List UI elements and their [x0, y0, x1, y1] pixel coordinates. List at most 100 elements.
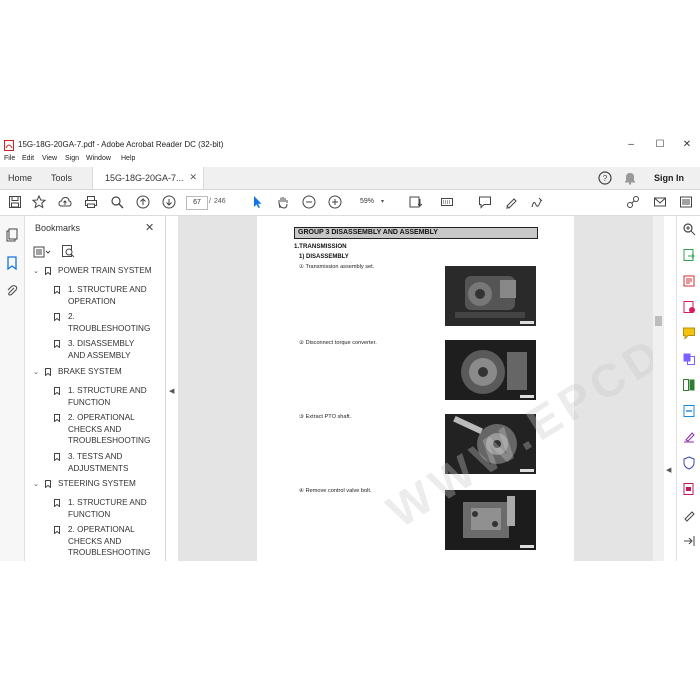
attachment-icon[interactable] [5, 284, 19, 298]
zoom-level-input[interactable]: 59% [354, 196, 380, 208]
collapse-caret-icon[interactable]: ⌄ [33, 480, 39, 488]
cloud-upload-icon[interactable] [58, 195, 72, 209]
menu-help[interactable]: Help [121, 155, 135, 162]
zoom-dropdown-icon[interactable]: ▾ [381, 198, 384, 205]
bookmark-panel-icon[interactable] [5, 256, 19, 270]
find-zoom-icon[interactable] [110, 195, 124, 209]
bookmarks-panel: Bookmarks ✕ ⌄ POWER TRAIN SYSTEM 1. STRU… [25, 216, 185, 561]
save-icon[interactable] [8, 195, 22, 209]
document-scroll-thumb[interactable] [655, 316, 662, 326]
minimize-button[interactable]: – [620, 138, 642, 152]
close-window-button[interactable]: ✕ [676, 138, 698, 152]
fill-sign-icon[interactable] [682, 430, 696, 444]
email-icon[interactable] [653, 195, 667, 209]
print-icon[interactable] [84, 195, 98, 209]
bookmark-icon [54, 453, 60, 461]
bookmark-item-brake-checks[interactable]: 2. OPERATIONAL CHECKS AND TROUBLESHOOTING [68, 412, 150, 447]
comment-icon[interactable] [478, 195, 492, 209]
transmission-photo [445, 266, 536, 326]
photo-code-label [520, 469, 534, 472]
sign-in-button[interactable]: Sign In [654, 173, 684, 183]
bookmark-item-brake-tests[interactable]: 3. TESTS AND ADJUSTMENTS [68, 451, 129, 474]
find-bookmark-icon[interactable] [61, 244, 75, 258]
bookmark-icon [54, 313, 60, 321]
combine-files-icon[interactable] [682, 352, 696, 366]
bookmark-icon [54, 526, 60, 534]
collapse-caret-icon[interactable]: ⌄ [33, 267, 39, 275]
tab-home[interactable]: Home [8, 173, 32, 183]
tab-bar: Home Tools 15G-18G-20GA-7... ✕ ? Sign In [0, 167, 700, 190]
print-production-icon[interactable] [682, 482, 696, 496]
page-thumbnails-icon[interactable] [5, 228, 19, 242]
group-heading: GROUP 3 DISASSEMBLY AND ASSEMBLY [298, 229, 438, 236]
tab-document[interactable]: 15G-18G-20GA-7... ✕ [92, 167, 204, 189]
document-scrollbar[interactable] [653, 216, 664, 561]
bookmark-item-structure-operation[interactable]: 1. STRUCTURE AND OPERATION [68, 284, 147, 307]
torque-converter-photo [445, 340, 536, 400]
expand-panel-icon[interactable] [682, 534, 696, 548]
bookmark-icon [54, 414, 60, 422]
page-fit-icon[interactable] [408, 195, 423, 209]
share-link-icon[interactable] [626, 195, 640, 209]
menu-window[interactable]: Window [86, 155, 111, 162]
zoom-out-icon[interactable] [302, 195, 316, 209]
svg-text:?: ? [603, 174, 608, 183]
scan-ocr-icon[interactable] [682, 404, 696, 418]
bookmark-item-brake-structure[interactable]: 1. STRUCTURE AND FUNCTION [68, 385, 147, 408]
menu-edit[interactable]: Edit [22, 155, 34, 162]
help-icon[interactable]: ? [598, 171, 612, 185]
bookmark-item-steering-checks[interactable]: 2. OPERATIONAL CHECKS AND TROUBLESHOOTING [68, 524, 150, 559]
menu-view[interactable]: View [42, 155, 57, 162]
edit-pdf-icon[interactable] [682, 300, 696, 314]
group-heading-bar: GROUP 3 DISASSEMBLY AND ASSEMBLY [294, 227, 538, 239]
right-tools-rail [676, 216, 700, 561]
star-icon[interactable] [31, 194, 47, 209]
zoom-in-icon[interactable] [328, 195, 342, 209]
collapse-panel-icon[interactable]: ◀ [169, 387, 174, 395]
bell-icon[interactable] [623, 171, 637, 185]
bookmark-icon [54, 286, 60, 294]
select-cursor-icon[interactable] [250, 195, 264, 209]
sign-icon[interactable] [530, 195, 544, 209]
tab-tools[interactable]: Tools [51, 173, 72, 183]
export-pdf-icon[interactable] [682, 248, 696, 262]
bookmark-item-steering-structure[interactable]: 1. STRUCTURE AND FUNCTION [68, 497, 147, 520]
bookmarks-toolbar [33, 244, 93, 260]
expand-right-panel-icon[interactable]: ◀ [666, 466, 671, 474]
previous-page-icon[interactable] [136, 195, 150, 209]
highlight-pen-icon[interactable] [504, 195, 518, 209]
comment-tool-icon[interactable] [682, 326, 696, 340]
protect-shield-icon[interactable] [682, 456, 696, 470]
zoom-search-icon[interactable] [682, 222, 696, 236]
bookmark-item-brake-system[interactable]: BRAKE SYSTEM [58, 366, 122, 378]
page-number-input[interactable]: 67 [186, 196, 208, 210]
keyboard-icon[interactable] [440, 195, 454, 209]
tab-close-icon[interactable]: ✕ [189, 172, 197, 183]
bookmark-icon [45, 368, 51, 376]
title-bar: 15G-18G-20GA-7.pdf - Adobe Acrobat Reade… [0, 137, 700, 154]
bookmark-icon [54, 499, 60, 507]
bookmark-icon [54, 387, 60, 395]
more-tools-icon[interactable] [679, 195, 693, 209]
photo-code-label [520, 545, 534, 548]
bookmark-icon [45, 480, 51, 488]
step-text: ② Disconnect torque converter. [299, 340, 377, 346]
menu-file[interactable]: File [4, 155, 15, 162]
bookmark-icon [45, 267, 51, 275]
bookmarks-close-icon[interactable]: ✕ [145, 221, 154, 234]
next-page-icon[interactable] [162, 195, 176, 209]
bookmark-item-steering-system[interactable]: STEERING SYSTEM [58, 478, 136, 490]
hand-tool-icon[interactable] [276, 195, 290, 209]
menu-sign[interactable]: Sign [65, 155, 79, 162]
bookmark-item-power-train[interactable]: POWER TRAIN SYSTEM [58, 265, 152, 277]
window-title: 15G-18G-20GA-7.pdf - Adobe Acrobat Reade… [18, 140, 224, 149]
more-tools-edit-icon[interactable] [682, 508, 696, 522]
bookmark-options-icon[interactable] [33, 246, 51, 258]
maximize-button[interactable]: ☐ [649, 138, 671, 152]
bookmark-item-troubleshooting[interactable]: 2. TROUBLESHOOTING [68, 311, 150, 334]
organize-pages-icon[interactable] [682, 378, 696, 392]
bookmark-item-disassembly-assembly[interactable]: 3. DISASSEMBLY AND ASSEMBLY [68, 338, 134, 361]
create-pdf-icon[interactable] [682, 274, 696, 288]
collapse-caret-icon[interactable]: ⌄ [33, 368, 39, 376]
acrobat-pdf-icon [4, 140, 14, 151]
